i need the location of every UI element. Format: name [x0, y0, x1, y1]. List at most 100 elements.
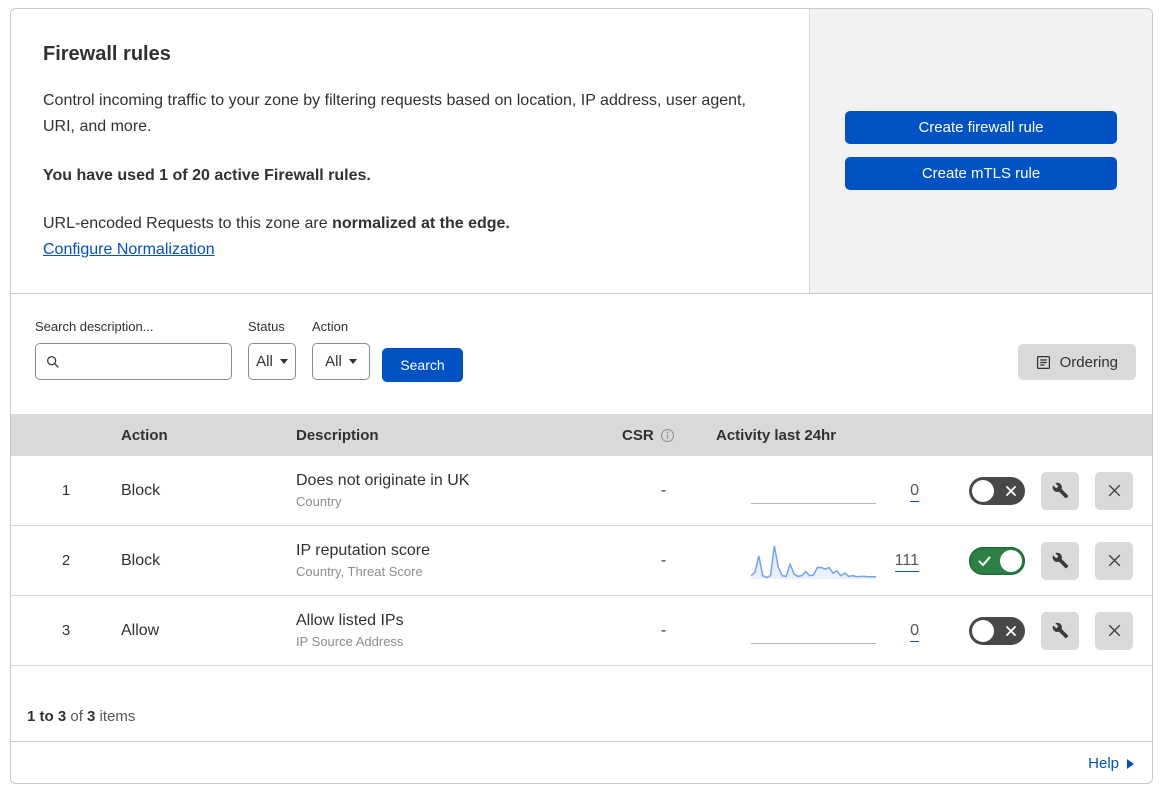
action-filter-group: Action All [312, 319, 370, 380]
edit-rule-button[interactable] [1041, 611, 1079, 650]
rule-fields: IP Source Address [296, 634, 404, 649]
rule-description-cell: Allow listed IPs IP Source Address [296, 612, 616, 649]
rule-activity-cell: 111 [711, 541, 931, 581]
activity-count: 111 [876, 551, 931, 572]
search-label: Search description... [35, 319, 154, 334]
activity-count-link[interactable]: 111 [894, 551, 919, 572]
toggle-knob [1000, 549, 1022, 572]
configure-normalization-link[interactable]: Configure Normalization [43, 241, 215, 258]
activity-sparkline-empty [751, 611, 876, 651]
create-mtls-rule-button[interactable]: Create mTLS rule [845, 157, 1117, 190]
toggle-knob [972, 479, 994, 502]
normalization-note: URL-encoded Requests to this zone are no… [43, 215, 769, 233]
toggle-knob [972, 619, 994, 642]
action-dropdown-value: All [325, 353, 342, 370]
arrow-right-icon [1127, 758, 1134, 769]
activity-count: 0 [876, 621, 931, 642]
intro-section: Firewall rules Control incoming traffic … [11, 9, 1152, 294]
sparkline-baseline [751, 642, 876, 644]
search-icon [46, 355, 60, 369]
status-label: Status [248, 319, 285, 334]
rule-activity-cell: 0 [711, 471, 931, 511]
toggle-check-icon [978, 556, 991, 567]
toggle-x-icon [1005, 485, 1017, 497]
toggle-x-icon [1005, 625, 1017, 637]
rule-controls [931, 611, 1152, 650]
activity-count-link[interactable]: 0 [910, 621, 919, 642]
page-title: Firewall rules [43, 43, 171, 65]
rule-enabled-toggle[interactable] [969, 476, 1025, 505]
pagination-items: items [95, 708, 136, 725]
rule-description-cell: IP reputation score Country, Threat Scor… [296, 542, 616, 579]
col-csr-header: CSR [616, 427, 711, 444]
status-dropdown[interactable]: All [248, 343, 296, 380]
wrench-icon [1052, 552, 1069, 569]
rule-enabled-toggle[interactable] [969, 616, 1025, 645]
rule-csr: - [660, 481, 667, 499]
csr-header-label: CSR [622, 426, 654, 444]
help-link[interactable]: Help [11, 741, 1152, 783]
rule-csr: - [660, 551, 667, 569]
activity-count: 0 [876, 481, 931, 502]
rule-controls [931, 471, 1152, 510]
table-row: 1 Block Does not originate in UK Country… [11, 456, 1152, 526]
intro-text-panel: Firewall rules Control incoming traffic … [11, 9, 809, 293]
action-dropdown[interactable]: All [312, 343, 370, 380]
chevron-down-icon [279, 359, 288, 364]
rule-fields: Country, Threat Score [296, 564, 423, 579]
delete-rule-button[interactable] [1095, 611, 1133, 650]
page-description: Control incoming traffic to your zone by… [43, 92, 746, 136]
status-filter-group: Status All [248, 319, 296, 380]
col-description-header: Description [296, 426, 379, 444]
rule-action: Block [121, 481, 161, 499]
rule-activity-cell: 0 [711, 611, 931, 651]
delete-rule-button[interactable] [1095, 471, 1133, 510]
rule-action: Block [121, 551, 161, 569]
table-row: 3 Allow Allow listed IPs IP Source Addre… [11, 596, 1152, 666]
usage-summary: You have used 1 of 20 active Firewall ru… [43, 166, 371, 184]
normalization-bold: normalized at the edge. [332, 214, 510, 232]
rule-fields: Country [296, 494, 342, 509]
ordering-icon [1036, 355, 1051, 370]
activity-sparkline [750, 541, 876, 581]
create-firewall-rule-button[interactable]: Create firewall rule [845, 111, 1117, 144]
chevron-down-icon [348, 359, 357, 364]
info-icon[interactable] [660, 428, 675, 443]
help-label: Help [1088, 755, 1119, 772]
search-input-container [35, 343, 232, 380]
sparkline-baseline [751, 502, 876, 504]
rule-priority: 3 [61, 622, 71, 639]
normalization-prefix: URL-encoded Requests to this zone are [43, 214, 333, 232]
actions-panel: Create firewall rule Create mTLS rule [809, 9, 1152, 293]
table-row: 2 Block IP reputation score Country, Thr… [11, 526, 1152, 596]
rule-enabled-toggle[interactable] [969, 546, 1025, 575]
action-label: Action [312, 319, 349, 334]
pagination-of: of [66, 708, 88, 725]
delete-rule-button[interactable] [1095, 541, 1133, 580]
rule-title: IP reputation score [296, 542, 431, 559]
ordering-button-label: Ordering [1059, 353, 1118, 371]
col-activity-header: Activity last 24hr [716, 426, 837, 444]
rule-csr: - [660, 621, 667, 639]
status-dropdown-value: All [256, 353, 273, 370]
sparkline-chart [750, 545, 876, 579]
rule-action: Allow [121, 621, 160, 639]
rule-controls [931, 541, 1152, 580]
search-input[interactable] [68, 352, 221, 371]
activity-sparkline-empty [751, 471, 876, 511]
filter-bar: Search description... Status All Action … [11, 294, 1152, 414]
wrench-icon [1052, 482, 1069, 499]
edit-rule-button[interactable] [1041, 541, 1079, 580]
ordering-button[interactable]: Ordering [1017, 344, 1136, 380]
table-header: Action Description CSR Activity last 24h… [11, 414, 1152, 456]
rule-priority: 2 [61, 552, 71, 569]
activity-count-link[interactable]: 0 [910, 481, 919, 502]
edit-rule-button[interactable] [1041, 471, 1079, 510]
firewall-rules-page: Firewall rules Control incoming traffic … [10, 8, 1153, 784]
pagination-summary: 1 to 3 of 3 items [11, 666, 1152, 741]
search-group: Search description... [35, 319, 232, 380]
pagination-range: 1 to 3 [27, 708, 67, 725]
rule-title: Does not originate in UK [296, 472, 470, 489]
close-icon [1106, 482, 1123, 499]
search-button[interactable]: Search [382, 348, 463, 382]
